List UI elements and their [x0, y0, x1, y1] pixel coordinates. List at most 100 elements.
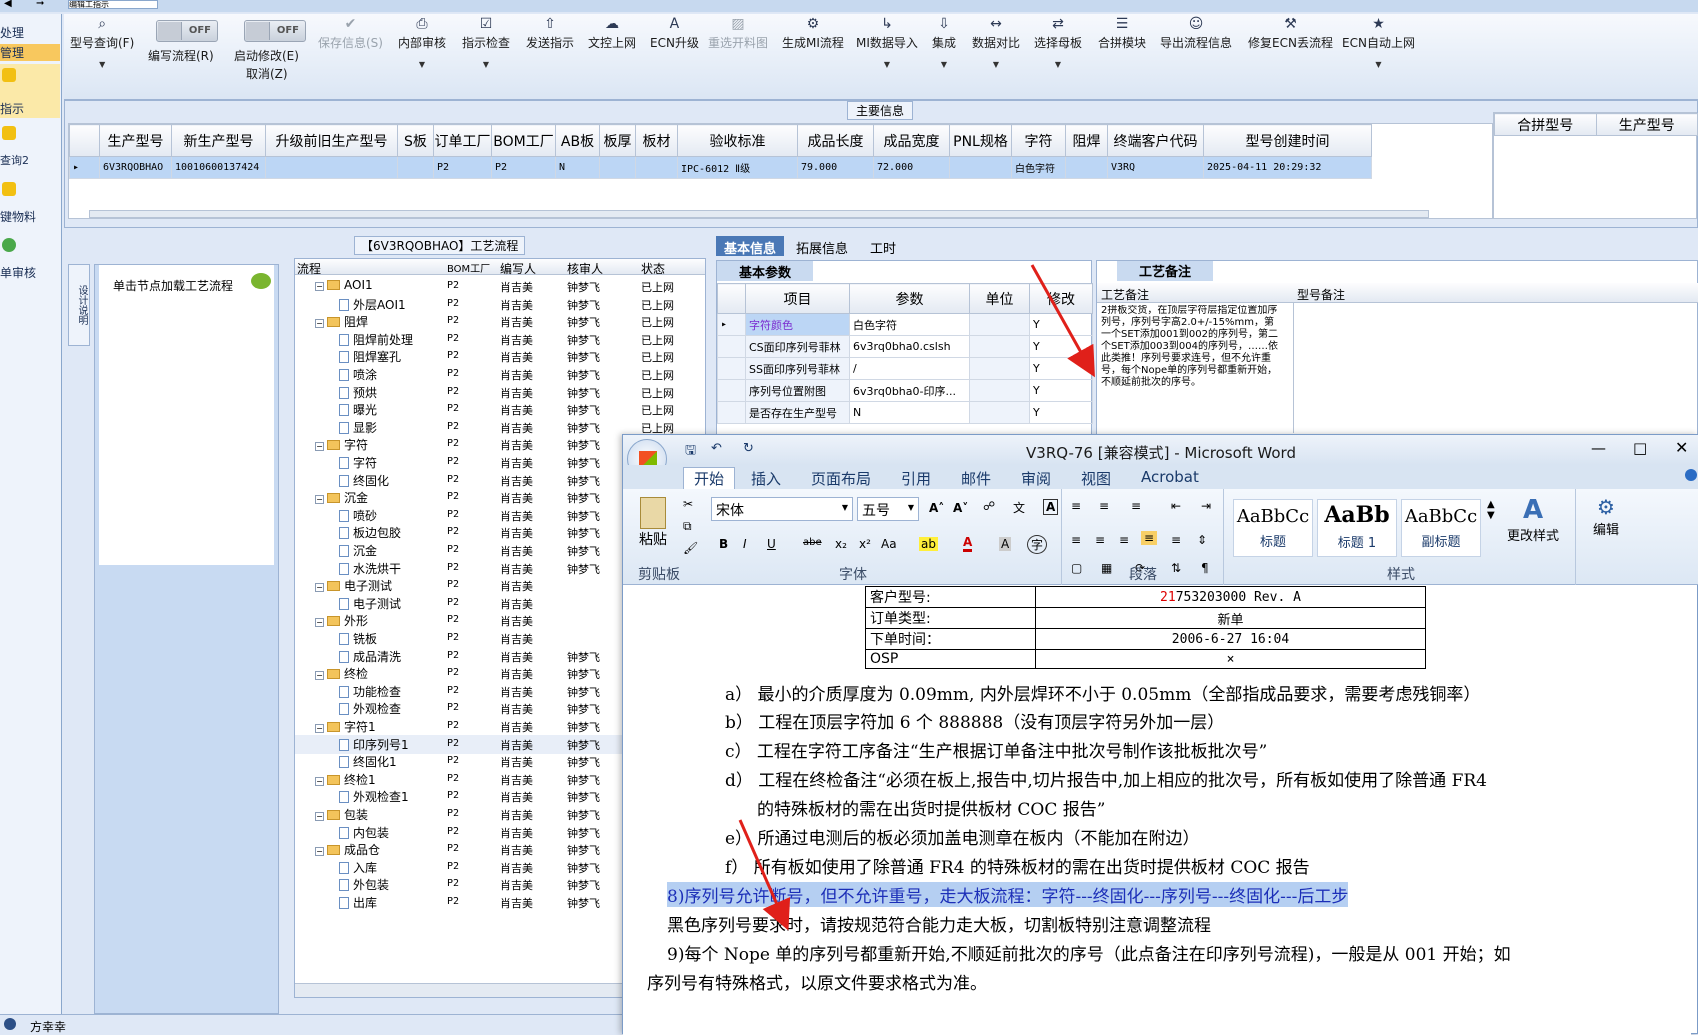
ribbon-tab-review[interactable]: 审阅: [1021, 468, 1051, 489]
table-row[interactable]: CS面印序列号菲林 6v3rq0bha0.cslsh Y: [717, 335, 1093, 358]
tree-row[interactable]: 阻焊前处理 P2 肖吉美 钟梦飞 已上网: [295, 330, 705, 349]
table-cell[interactable]: V3RQ: [1107, 156, 1204, 179]
back-icon[interactable]: ◀: [4, 0, 12, 9]
col-header[interactable]: 字符: [1011, 124, 1066, 157]
mi-data-import-button[interactable]: ↳ MI数据导入 ▼: [856, 14, 918, 69]
tree-row[interactable]: 外层AOI1 P2 肖吉美 钟梦飞 已上网: [295, 295, 705, 314]
ribbon-tab-insert[interactable]: 插入: [751, 468, 781, 489]
col-header[interactable]: 成品宽度: [873, 124, 950, 157]
tree-doc-node[interactable]: 外观检查1: [339, 788, 409, 805]
tree-doc-node[interactable]: 板边包胶: [339, 524, 401, 541]
param-edit[interactable]: Y: [1029, 401, 1093, 424]
doc-paragraph[interactable]: 8)序列号允许断号，但不允许重号，走大板流程：字符---终固化---序列号---…: [667, 882, 1349, 907]
table-cell[interactable]: IPC-6012 Ⅱ级: [677, 156, 798, 179]
maximize-icon[interactable]: □: [1633, 439, 1647, 457]
forward-icon[interactable]: ➞: [36, 0, 44, 9]
collapse-icon[interactable]: −: [315, 776, 324, 786]
tree-row[interactable]: 曝光 P2 肖吉美 钟梦飞 已上网: [295, 400, 705, 419]
ribbon-tab-view[interactable]: 视图: [1081, 468, 1111, 489]
col-header[interactable]: 验收标准: [677, 124, 798, 157]
tree-folder-node[interactable]: − 字符1: [315, 718, 376, 735]
nav-item-key-material[interactable]: 键物料: [0, 180, 60, 226]
chevron-down-icon[interactable]: ▼: [70, 60, 134, 69]
tree-folder-node[interactable]: − 终检: [315, 665, 368, 682]
param-unit[interactable]: [969, 379, 1030, 402]
line-spacing-icon[interactable]: ⇕: [1197, 533, 1207, 547]
chevron-down-icon[interactable]: ▼: [1034, 60, 1082, 69]
tree-doc-node[interactable]: 外包装: [339, 876, 389, 893]
bold-icon[interactable]: B: [719, 537, 728, 551]
ecn-auto-online-button[interactable]: ★ ECN自动上网 ▼: [1342, 14, 1415, 69]
doc-paragraph[interactable]: 9)每个 Nope 单的序列号都重新开始,不顺延前批次的序号（此点备注在印序列号…: [667, 940, 1511, 965]
doc-paragraph[interactable]: 序列号有特殊格式，以原文件要求格式为准。: [647, 969, 987, 994]
enclose-char-icon[interactable]: 字: [1027, 535, 1048, 554]
styles-scroll-icon[interactable]: ▲ ▼: [1487, 499, 1495, 521]
integrate-button[interactable]: ⇩ 集成 ▼: [932, 14, 956, 69]
tree-doc-node[interactable]: 水洗烘干: [339, 560, 401, 577]
decrease-indent-icon[interactable]: ⇤: [1171, 499, 1181, 513]
paste-button[interactable]: 粘贴: [633, 497, 673, 561]
param-item[interactable]: SS面印序列号菲林: [745, 357, 850, 380]
clear-format-icon[interactable]: ☍: [983, 499, 995, 513]
model-query-button[interactable]: ⌕ 型号查询(F) ▼: [70, 14, 134, 69]
tab-extended-info[interactable]: 拓展信息: [788, 236, 856, 257]
param-edit[interactable]: Y: [1029, 379, 1093, 402]
borders-icon[interactable]: ▦: [1101, 561, 1112, 575]
nav-item-manage[interactable]: 管理: [0, 44, 60, 61]
table-row[interactable]: ▸ 字符颜色 白色字符 Y: [717, 313, 1093, 336]
show-marks-icon[interactable]: ¶: [1201, 561, 1209, 575]
reselect-cutting-chart-button[interactable]: ▨ 重选开料图: [708, 14, 768, 51]
style-heading1[interactable]: AaBb 标题 1: [1317, 499, 1397, 557]
tree-doc-node[interactable]: 终固化: [339, 472, 389, 489]
table-cell[interactable]: N: [555, 156, 600, 179]
tree-doc-node[interactable]: 显影: [339, 419, 377, 436]
col-header[interactable]: BOM工厂: [491, 124, 556, 157]
table-cell[interactable]: 白色字符: [1011, 156, 1066, 179]
fix-ecn-lost-flow-button[interactable]: ⚒ 修复ECN丢流程: [1248, 14, 1333, 51]
param-unit[interactable]: [969, 401, 1030, 424]
collapse-icon[interactable]: −: [315, 847, 324, 857]
merge-module-button[interactable]: ☰ 合拼模块: [1098, 14, 1146, 51]
craft-note-tab[interactable]: 工艺备注: [1117, 261, 1213, 281]
col-header[interactable]: 板材: [635, 124, 678, 157]
distributed-icon[interactable]: ≡: [1171, 533, 1181, 547]
shrink-font-icon[interactable]: A˅: [953, 501, 968, 515]
table-cell[interactable]: P2: [491, 156, 556, 179]
param-edit[interactable]: Y: [1029, 335, 1093, 358]
col-header[interactable]: 生产型号: [99, 124, 172, 157]
tree-row[interactable]: − 阻焊 P2 肖吉美 钟梦飞 已上网: [295, 312, 705, 331]
change-styles-button[interactable]: A 更改样式: [1503, 495, 1563, 544]
chevron-down-icon[interactable]: ▼: [856, 60, 918, 69]
tab-basic-info[interactable]: 基本信息: [716, 236, 785, 257]
doc-paragraph[interactable]: 黑色序列号要求时，请按规范符合能力走大板，切割板特别注意调整流程: [667, 911, 1211, 936]
table-cell[interactable]: [1065, 156, 1108, 179]
nav-item-process[interactable]: 处理: [0, 24, 60, 41]
instruction-check-button[interactable]: ☑ 指示检查 ▼: [462, 14, 510, 69]
word-document[interactable]: 客户型号: 21753203000 Rev. A 订单类型: 新单 下单时间： 2006-…: [623, 586, 1691, 1035]
tree-doc-node[interactable]: 终固化1: [339, 753, 397, 770]
ribbon-tab-references[interactable]: 引用: [901, 468, 931, 489]
editing-button[interactable]: ⚙ 编辑: [1581, 495, 1631, 538]
tree-doc-node[interactable]: 功能检查: [339, 683, 401, 700]
generate-mi-flow-button[interactable]: ⚙ 生成MI流程: [782, 14, 844, 51]
table-row[interactable]: 是否存在生产型号 N Y: [717, 401, 1093, 424]
col-header[interactable]: AB板: [555, 124, 600, 157]
doc-paragraph[interactable]: e） 所通过电测后的板必须加盖电测章在板内（不能加在附边）: [725, 824, 1199, 849]
tree-folder-node[interactable]: − 成品仓: [315, 841, 380, 858]
param-edit[interactable]: Y: [1029, 313, 1093, 336]
subscript-icon[interactable]: x₂: [835, 537, 847, 551]
increase-indent-icon[interactable]: ⇥: [1201, 499, 1211, 513]
table-cell[interactable]: 6V3RQOBHAO: [99, 156, 172, 179]
tab-edit-instruction[interactable]: 编辑工指示: [68, 0, 158, 9]
param-item[interactable]: 序列号位置附图: [745, 379, 850, 402]
param-value[interactable]: 白色字符: [849, 313, 970, 336]
table-cell[interactable]: 79.000: [797, 156, 874, 179]
tree-folder-node[interactable]: − 包装: [315, 806, 368, 823]
param-edit[interactable]: Y: [1029, 357, 1093, 380]
param-unit[interactable]: [969, 357, 1030, 380]
table-row[interactable]: SS面印序列号菲林 / Y: [717, 357, 1093, 380]
table-cell[interactable]: 10010600137424: [171, 156, 266, 179]
collapse-icon[interactable]: −: [315, 319, 324, 329]
param-unit[interactable]: [969, 313, 1030, 336]
table-cell[interactable]: 2025-04-11 20:29:32: [1203, 156, 1372, 179]
